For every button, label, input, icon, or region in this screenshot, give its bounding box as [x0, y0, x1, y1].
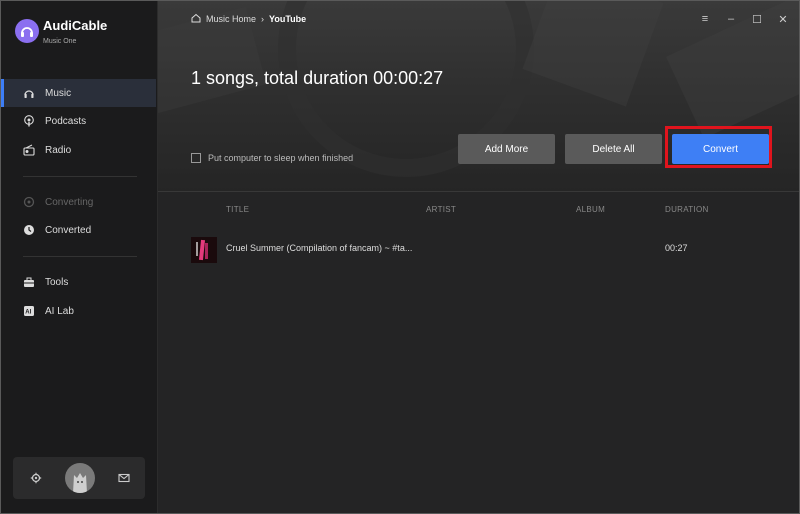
sidebar-item-converted[interactable]: Converted: [1, 216, 156, 244]
add-more-button[interactable]: Add More: [458, 134, 555, 164]
settings-gear-icon[interactable]: [29, 471, 43, 485]
sidebar-item-music[interactable]: Music: [1, 79, 156, 107]
sidebar-item-label: Radio: [45, 144, 72, 156]
home-icon[interactable]: [191, 13, 201, 25]
app-window: AudiCable Music One Music Podcasts Radio: [0, 0, 800, 514]
table-header: TITLE ARTIST ALBUM DURATION: [158, 191, 799, 228]
sidebar-item-label: Converted: [45, 224, 92, 236]
songs-summary: 1 songs, total duration 00:00:27: [191, 68, 444, 88]
hero-banner: Music Home › YouTube ≡ – ☐ ✕ 1 songs, to…: [158, 1, 799, 191]
sidebar-divider: [23, 176, 137, 177]
podcast-icon: [23, 115, 35, 127]
breadcrumb: Music Home › YouTube: [191, 13, 306, 25]
sidebar-item-label: Podcasts: [45, 115, 87, 127]
table-row[interactable]: Cruel Summer (Compilation of fancam) ~ #…: [158, 233, 799, 265]
app-subtitle: Music One: [43, 38, 77, 45]
column-title[interactable]: TITLE: [226, 205, 249, 214]
sidebar-bottom-bar: [13, 457, 145, 499]
sleep-option-label: Put computer to sleep when finished: [208, 153, 354, 163]
column-artist[interactable]: ARTIST: [426, 205, 456, 214]
app-name: AudiCable: [43, 18, 108, 33]
column-album[interactable]: ALBUM: [576, 205, 605, 214]
radio-icon: [23, 144, 35, 156]
breadcrumb-home-link[interactable]: Music Home: [206, 14, 256, 24]
column-duration[interactable]: DURATION: [665, 205, 709, 214]
sidebar-item-label: Converting: [45, 196, 94, 208]
convert-button[interactable]: Convert: [672, 134, 769, 164]
sidebar-item-label: AI Lab: [45, 305, 74, 317]
sidebar-item-podcasts[interactable]: Podcasts: [1, 107, 156, 135]
sidebar-item-converting[interactable]: Converting: [1, 188, 156, 216]
sidebar: AudiCable Music One Music Podcasts Radio: [1, 1, 158, 513]
sidebar-item-radio[interactable]: Radio: [1, 136, 156, 164]
svg-text:AI: AI: [25, 310, 31, 316]
minimize-icon[interactable]: –: [725, 13, 737, 25]
track-thumbnail: [191, 237, 217, 263]
track-title: Cruel Summer (Compilation of fancam) ~ #…: [226, 243, 413, 253]
ai-icon: AI: [23, 305, 35, 317]
sidebar-item-label: Tools: [45, 276, 69, 288]
headphones-icon: [23, 87, 35, 99]
sleep-checkbox[interactable]: [191, 153, 201, 163]
clock-icon: [23, 224, 35, 236]
sidebar-item-tools[interactable]: Tools: [1, 268, 156, 296]
main-content: Music Home › YouTube ≡ – ☐ ✕ 1 songs, to…: [158, 1, 799, 513]
sidebar-item-ai-lab[interactable]: AI AI Lab: [1, 297, 156, 325]
converting-icon: [23, 196, 35, 208]
maximize-icon[interactable]: ☐: [751, 13, 763, 26]
toolbox-icon: [23, 276, 35, 288]
menu-icon[interactable]: ≡: [699, 13, 711, 25]
track-duration: 00:27: [665, 243, 688, 253]
breadcrumb-current: YouTube: [269, 14, 307, 24]
mail-icon[interactable]: [117, 471, 131, 485]
avatar[interactable]: [65, 463, 95, 493]
sleep-option: Put computer to sleep when finished: [191, 153, 353, 163]
chevron-right-icon: ›: [261, 14, 265, 24]
window-controls: ≡ – ☐ ✕: [699, 13, 789, 26]
sidebar-divider: [23, 256, 137, 257]
sidebar-item-label: Music: [45, 87, 72, 99]
audicable-logo-icon: [15, 19, 39, 43]
close-icon[interactable]: ✕: [777, 13, 789, 26]
delete-all-button[interactable]: Delete All: [565, 134, 662, 164]
